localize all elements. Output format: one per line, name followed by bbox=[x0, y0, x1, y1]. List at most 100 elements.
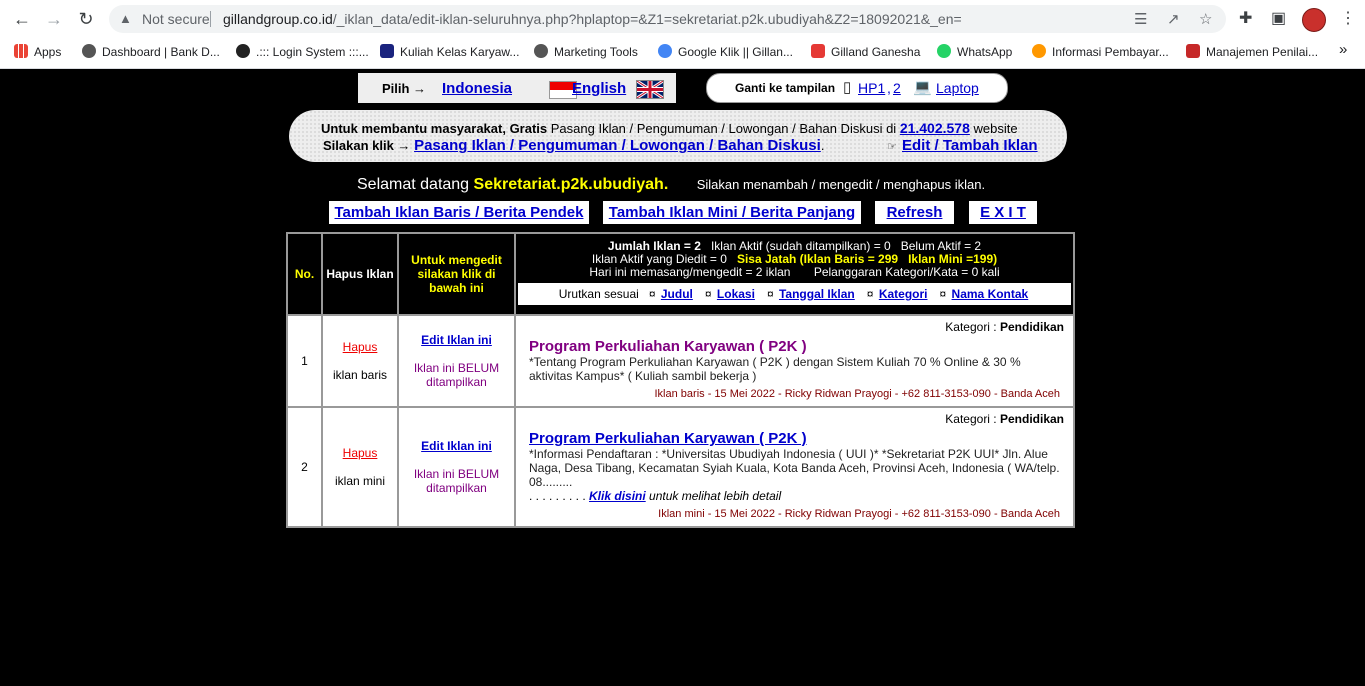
bookmark-whatsapp[interactable]: WhatsApp bbox=[937, 44, 1012, 59]
header-stats: Jumlah Iklan = 2 Iklan Aktif (sudah dita… bbox=[514, 232, 1075, 316]
sort-by-category-link[interactable]: Kategori bbox=[879, 287, 928, 301]
site-favicon-icon bbox=[1032, 44, 1046, 58]
menu-kebab-icon[interactable]: ⋮ bbox=[1340, 8, 1356, 28]
edit-ad-link[interactable]: Edit Iklan ini bbox=[421, 439, 492, 453]
username: Sekretariat.p2k.ubudiyah. bbox=[473, 176, 669, 193]
delete-ad-link[interactable]: Hapus bbox=[343, 446, 378, 460]
bookmark-star-icon[interactable]: ☆ bbox=[1199, 10, 1212, 28]
stat-edited: Iklan Aktif yang Diedit = 0 bbox=[591, 252, 727, 266]
graduation-cap-icon bbox=[380, 44, 394, 58]
forward-icon[interactable]: → bbox=[43, 8, 65, 30]
promo-period: . bbox=[820, 138, 825, 153]
promo-lead: Untuk membantu masyarakat, Gratis bbox=[321, 121, 548, 136]
laptop-icon: 💻 bbox=[913, 79, 932, 96]
reload-icon[interactable]: ↻ bbox=[75, 8, 97, 30]
edit-ad-link[interactable]: Edit Iklan ini bbox=[421, 333, 492, 347]
browser-toolbar: ← → ↻ ▲ Not secure gillandgroup.co.id/_i… bbox=[0, 0, 1365, 37]
category-value: Pendidikan bbox=[999, 320, 1064, 334]
view-laptop-link[interactable]: Laptop bbox=[936, 80, 979, 96]
header-edit: Untuk mengedit silakan klik di bawah ini bbox=[397, 232, 516, 316]
refresh-button[interactable]: Refresh bbox=[875, 201, 954, 224]
bookmark-google-klik[interactable]: Google Klik || Gillan... bbox=[658, 44, 793, 59]
bookmark-kuliah[interactable]: Kuliah Kelas Karyaw... bbox=[380, 44, 519, 59]
ad-content: Kategori : Pendidikan Program Perkuliaha… bbox=[514, 314, 1075, 408]
add-mini-ad-button[interactable]: Tambah Iklan Mini / Berita Panjang bbox=[603, 201, 861, 224]
language-english-link[interactable]: English bbox=[572, 80, 626, 97]
ad-description: *Tentang Program Perkuliahan Karyawan ( … bbox=[529, 355, 1021, 383]
bookmark-login-system[interactable]: .::: Login System :::... bbox=[236, 44, 369, 59]
ad-title: Program Perkuliahan Karyawan ( P2K ) bbox=[529, 338, 807, 355]
not-secure-label[interactable]: Not secure bbox=[142, 11, 210, 27]
sort-bullet-icon: ¤ bbox=[648, 287, 656, 301]
stat-inactive: Belum Aktif = 2 bbox=[900, 239, 982, 253]
welcome-hint: Silakan menambah / mengedit / menghapus … bbox=[696, 177, 986, 192]
sort-by-title-link[interactable]: Judul bbox=[661, 287, 693, 301]
bookmark-manajemen-penilaian[interactable]: Manajemen Penilai... bbox=[1186, 44, 1318, 59]
header-delete: Hapus Iklan bbox=[321, 232, 399, 316]
view-hp2-link[interactable]: 2 bbox=[893, 80, 901, 96]
hand-pointer-icon: ☞ bbox=[887, 141, 897, 153]
sidepanel-icon[interactable]: ▣ bbox=[1271, 8, 1286, 28]
bookmark-gilland-ganesha[interactable]: Gilland Ganesha bbox=[811, 44, 920, 59]
browser-chrome: ← → ↻ ▲ Not secure gillandgroup.co.id/_i… bbox=[0, 0, 1365, 69]
website-count-link[interactable]: 21.402.578 bbox=[900, 120, 970, 136]
bookmark-label: Informasi Pembayar... bbox=[1052, 45, 1169, 59]
delete-ad-link[interactable]: Hapus bbox=[343, 340, 378, 354]
bookmark-label: Marketing Tools bbox=[554, 45, 638, 59]
bookmark-informasi-pembayaran[interactable]: Informasi Pembayar... bbox=[1032, 44, 1169, 59]
promo-banner: Untuk membantu masyarakat, Gratis Pasang… bbox=[289, 110, 1067, 162]
uk-flag-icon[interactable] bbox=[636, 80, 664, 99]
bookmark-apps[interactable]: Apps bbox=[14, 44, 61, 59]
stat-total: Jumlah Iklan = 2 bbox=[607, 239, 701, 253]
url-text[interactable]: gillandgroup.co.id/_iklan_data/edit-ikla… bbox=[223, 11, 962, 27]
warning-icon[interactable]: ▲ bbox=[119, 11, 132, 26]
language-switcher: Pilih → Indonesia English bbox=[358, 73, 676, 103]
sort-by-contact-link[interactable]: Nama Kontak bbox=[952, 287, 1029, 301]
stat-quota-mini: Iklan Mini =199) bbox=[908, 252, 998, 266]
promo-line-2: Silakan klik → Pasang Iklan / Pengumuman… bbox=[323, 137, 824, 154]
category-label: Kategori : bbox=[945, 412, 1000, 426]
ad-title-link[interactable]: Program Perkuliahan Karyawan ( P2K ) bbox=[529, 430, 1072, 447]
category-label: Kategori : bbox=[945, 320, 1000, 334]
more-bookmarks-icon[interactable]: » bbox=[1339, 41, 1347, 58]
add-row-ad-button[interactable]: Tambah Iklan Baris / Berita Pendek bbox=[329, 201, 589, 224]
phone-icon: ▯ bbox=[843, 79, 852, 96]
ad-category: Kategori : Pendidikan bbox=[517, 317, 1072, 334]
table-row: 1 Hapus iklan baris Edit Iklan ini Iklan… bbox=[286, 314, 1075, 408]
stat-quota-row: Sisa Jatah (Iklan Baris = 299 bbox=[736, 252, 899, 266]
sort-by-date-link[interactable]: Tanggal Iklan bbox=[779, 287, 855, 301]
bookmark-label: Kuliah Kelas Karyaw... bbox=[400, 45, 520, 59]
profile-avatar[interactable] bbox=[1302, 8, 1326, 32]
sort-by-location-link[interactable]: Lokasi bbox=[717, 287, 755, 301]
view-hp1-link[interactable]: HP1 bbox=[858, 80, 885, 96]
edit-add-ad-link[interactable]: Edit / Tambah Iklan bbox=[902, 137, 1038, 154]
bookmark-label: WhatsApp bbox=[957, 45, 1013, 59]
read-more-link[interactable]: Klik disini bbox=[589, 489, 646, 503]
delete-cell: Hapus iklan mini bbox=[321, 406, 399, 528]
read-more: . . . . . . . . . Klik disini untuk meli… bbox=[529, 489, 1072, 503]
exit-button[interactable]: E X I T bbox=[969, 201, 1037, 224]
delete-cell: Hapus iklan baris bbox=[321, 314, 399, 408]
share-icon[interactable]: ↗ bbox=[1167, 10, 1180, 28]
translate-icon[interactable]: ☰ bbox=[1134, 10, 1147, 28]
bookmark-label: Gilland Ganesha bbox=[831, 45, 921, 59]
extensions-icon[interactable]: ✚ bbox=[1239, 8, 1252, 28]
promo-end: website bbox=[969, 121, 1018, 136]
post-ad-link[interactable]: Pasang Iklan / Pengumuman / Lowongan / B… bbox=[414, 137, 821, 154]
back-icon[interactable]: ← bbox=[11, 8, 33, 30]
bookmark-marketing-tools[interactable]: Marketing Tools bbox=[534, 44, 638, 59]
view-switcher: Ganti ke tampilan ▯ HP1, 2 💻 Laptop bbox=[706, 73, 1008, 103]
bookmark-dashboard[interactable]: Dashboard | Bank D... bbox=[82, 44, 220, 59]
bookmark-label: Google Klik || Gillan... bbox=[678, 45, 793, 59]
welcome-message: Selamat datang Sekretariat.p2k.ubudiyah.… bbox=[357, 176, 985, 194]
whatsapp-icon bbox=[937, 44, 951, 58]
language-indonesia-link[interactable]: Indonesia bbox=[442, 80, 512, 97]
view-separator-comma: , bbox=[887, 80, 891, 96]
ad-type: iklan mini bbox=[334, 474, 385, 488]
address-bar[interactable]: ▲ Not secure gillandgroup.co.id/_iklan_d… bbox=[109, 5, 1226, 33]
bookmark-label: .::: Login System :::... bbox=[256, 45, 369, 59]
site-favicon-icon bbox=[534, 44, 548, 58]
ad-content: Kategori : Pendidikan Program Perkuliaha… bbox=[514, 406, 1075, 528]
read-more-text: untuk melihat lebih detail bbox=[645, 489, 782, 503]
promo-click-label: Silakan klik → bbox=[323, 138, 411, 153]
